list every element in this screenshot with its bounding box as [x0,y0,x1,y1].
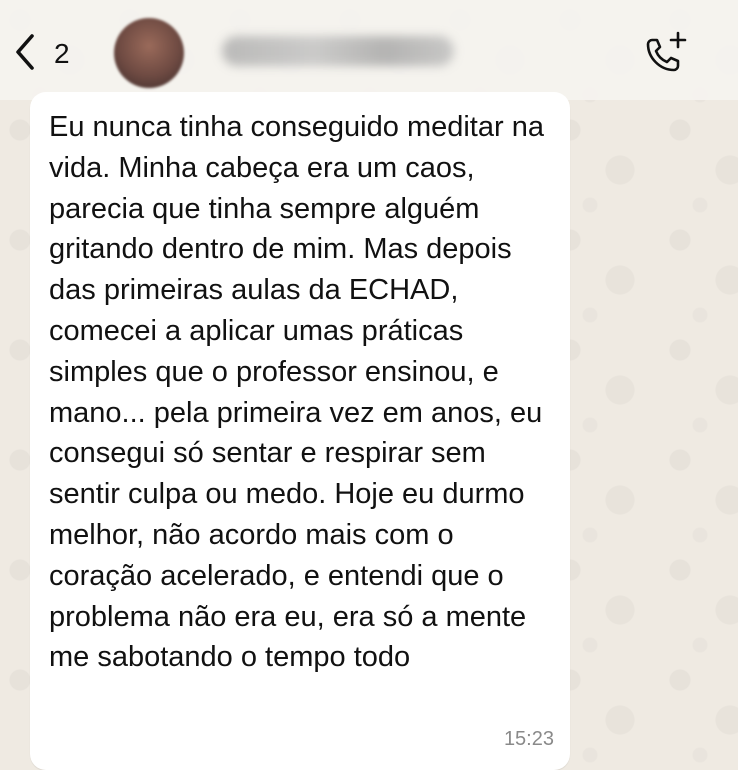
message-text: Eu nunca tinha conseguido meditar na vid… [49,111,544,674]
message-bubble[interactable]: Eu nunca tinha conseguido meditar na vid… [30,92,570,770]
chat-header: 2 [0,0,738,100]
chevron-left-icon [10,32,40,77]
call-button[interactable] [640,30,692,78]
phone-plus-icon [640,31,692,82]
message-timestamp: 15:23 [503,728,554,750]
contact-name[interactable] [222,36,454,66]
avatar[interactable] [114,18,184,88]
unread-count: 2 [54,38,70,69]
back-button[interactable]: 2 [10,28,90,80]
